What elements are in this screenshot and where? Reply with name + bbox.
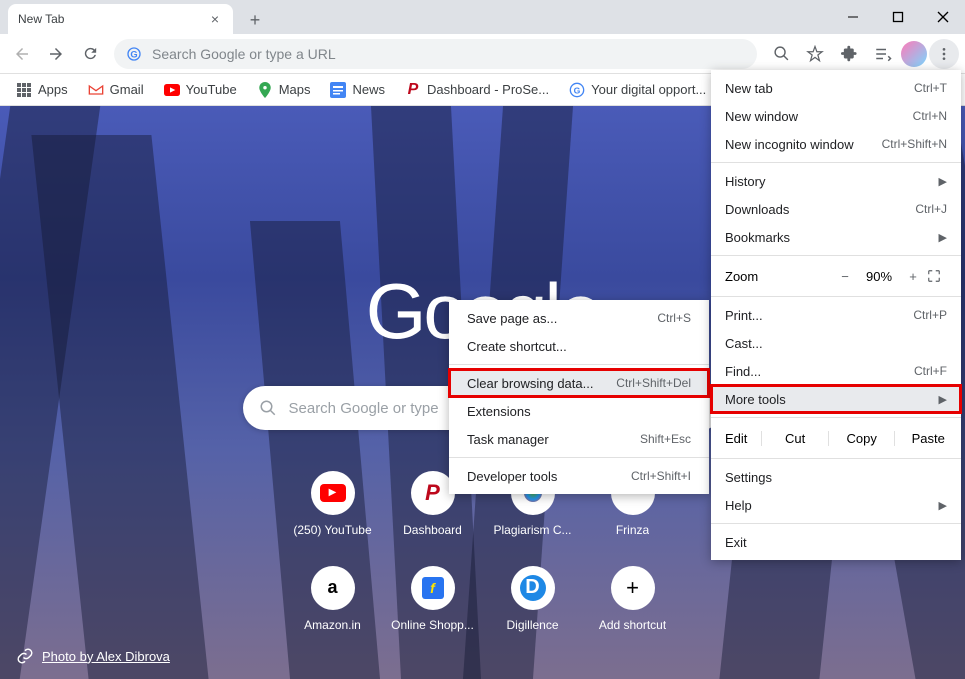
toolbar: G Search Google or type a URL xyxy=(0,34,965,74)
apps-label: Apps xyxy=(38,82,68,97)
reload-button[interactable] xyxy=(74,38,106,70)
menu-create-shortcut[interactable]: Create shortcut... xyxy=(449,332,709,360)
profile-avatar[interactable] xyxy=(901,41,927,67)
menu-settings[interactable]: Settings xyxy=(711,463,961,491)
zoom-value: 90% xyxy=(859,269,899,284)
link-icon xyxy=(16,647,34,665)
menu-help[interactable]: Help▶ xyxy=(711,491,961,519)
bookmark-digital[interactable]: G Your digital opport... xyxy=(561,78,714,102)
shortcut-youtube[interactable]: ▶(250) YouTube xyxy=(283,456,383,551)
back-button[interactable] xyxy=(6,38,38,70)
zoom-out-button[interactable]: − xyxy=(831,269,859,284)
youtube-icon xyxy=(164,82,180,98)
bookmark-youtube[interactable]: YouTube xyxy=(156,78,245,102)
zoom-icon[interactable] xyxy=(765,38,797,70)
maximize-button[interactable] xyxy=(875,0,920,34)
news-icon xyxy=(330,82,346,98)
zoom-in-button[interactable]: + xyxy=(899,269,927,284)
menu-clear-browsing-data[interactable]: Clear browsing data...Ctrl+Shift+Del xyxy=(449,369,709,397)
google-icon: G xyxy=(126,46,142,62)
shortcut-add[interactable]: +Add shortcut xyxy=(583,551,683,646)
paste-button[interactable]: Paste xyxy=(894,431,961,446)
cut-button[interactable]: Cut xyxy=(761,431,828,446)
apps-icon xyxy=(17,83,31,97)
chevron-right-icon: ▶ xyxy=(939,393,947,406)
bookmark-star-icon[interactable] xyxy=(799,38,831,70)
bookmark-maps[interactable]: Maps xyxy=(249,78,319,102)
pinterest-icon: P xyxy=(405,82,421,98)
media-control-icon[interactable] xyxy=(867,38,899,70)
browser-tab[interactable]: New Tab × xyxy=(8,4,233,34)
menu-find[interactable]: Find...Ctrl+F xyxy=(711,357,961,385)
svg-text:G: G xyxy=(574,85,581,95)
forward-button[interactable] xyxy=(40,38,72,70)
new-tab-button[interactable]: + xyxy=(241,6,269,34)
menu-more-tools[interactable]: More tools▶ xyxy=(711,385,961,413)
omnibox-placeholder: Search Google or type a URL xyxy=(152,46,336,62)
svg-text:G: G xyxy=(130,49,137,59)
shortcut-flipkart[interactable]: fOnline Shopp... xyxy=(383,551,483,646)
chevron-right-icon: ▶ xyxy=(939,231,947,244)
menu-print[interactable]: Print...Ctrl+P xyxy=(711,301,961,329)
fullscreen-button[interactable] xyxy=(927,269,947,283)
shortcut-digillence[interactable]: DDigillence xyxy=(483,551,583,646)
chevron-right-icon: ▶ xyxy=(939,175,947,188)
more-tools-submenu: Save page as...Ctrl+S Create shortcut...… xyxy=(449,300,709,494)
chrome-menu: New tabCtrl+T New windowCtrl+N New incog… xyxy=(711,70,961,560)
maps-icon xyxy=(257,82,273,98)
minimize-button[interactable] xyxy=(830,0,875,34)
apps-button[interactable]: Apps xyxy=(8,78,76,102)
menu-new-tab[interactable]: New tabCtrl+T xyxy=(711,74,961,102)
tab-title: New Tab xyxy=(18,12,64,26)
gmail-icon xyxy=(88,82,104,98)
chevron-right-icon: ▶ xyxy=(939,499,947,512)
menu-extensions[interactable]: Extensions xyxy=(449,397,709,425)
menu-zoom-row: Zoom − 90% + xyxy=(711,260,961,292)
bookmark-dashboard[interactable]: P Dashboard - ProSe... xyxy=(397,78,557,102)
menu-save-page[interactable]: Save page as...Ctrl+S xyxy=(449,304,709,332)
search-icon xyxy=(259,399,277,417)
menu-cast[interactable]: Cast... xyxy=(711,329,961,357)
google-g-icon: G xyxy=(569,82,585,98)
chrome-menu-button[interactable] xyxy=(929,39,959,69)
search-placeholder: Search Google or type xyxy=(289,400,439,417)
menu-edit-row: Edit Cut Copy Paste xyxy=(711,422,961,454)
photo-credit[interactable]: Photo by Alex Dibrova xyxy=(16,647,170,665)
close-window-button[interactable] xyxy=(920,0,965,34)
omnibox[interactable]: G Search Google or type a URL xyxy=(114,39,757,69)
titlebar: New Tab × + xyxy=(0,0,965,34)
menu-incognito[interactable]: New incognito windowCtrl+Shift+N xyxy=(711,130,961,158)
menu-task-manager[interactable]: Task managerShift+Esc xyxy=(449,425,709,453)
window-controls xyxy=(830,0,965,34)
shortcut-amazon[interactable]: aAmazon.in xyxy=(283,551,383,646)
close-tab-icon[interactable]: × xyxy=(207,11,223,27)
menu-developer-tools[interactable]: Developer toolsCtrl+Shift+I xyxy=(449,462,709,490)
menu-new-window[interactable]: New windowCtrl+N xyxy=(711,102,961,130)
menu-history[interactable]: History▶ xyxy=(711,167,961,195)
menu-downloads[interactable]: DownloadsCtrl+J xyxy=(711,195,961,223)
menu-exit[interactable]: Exit xyxy=(711,528,961,556)
bookmark-gmail[interactable]: Gmail xyxy=(80,78,152,102)
copy-button[interactable]: Copy xyxy=(828,431,895,446)
menu-bookmarks[interactable]: Bookmarks▶ xyxy=(711,223,961,251)
extensions-icon[interactable] xyxy=(833,38,865,70)
bookmark-news[interactable]: News xyxy=(322,78,393,102)
